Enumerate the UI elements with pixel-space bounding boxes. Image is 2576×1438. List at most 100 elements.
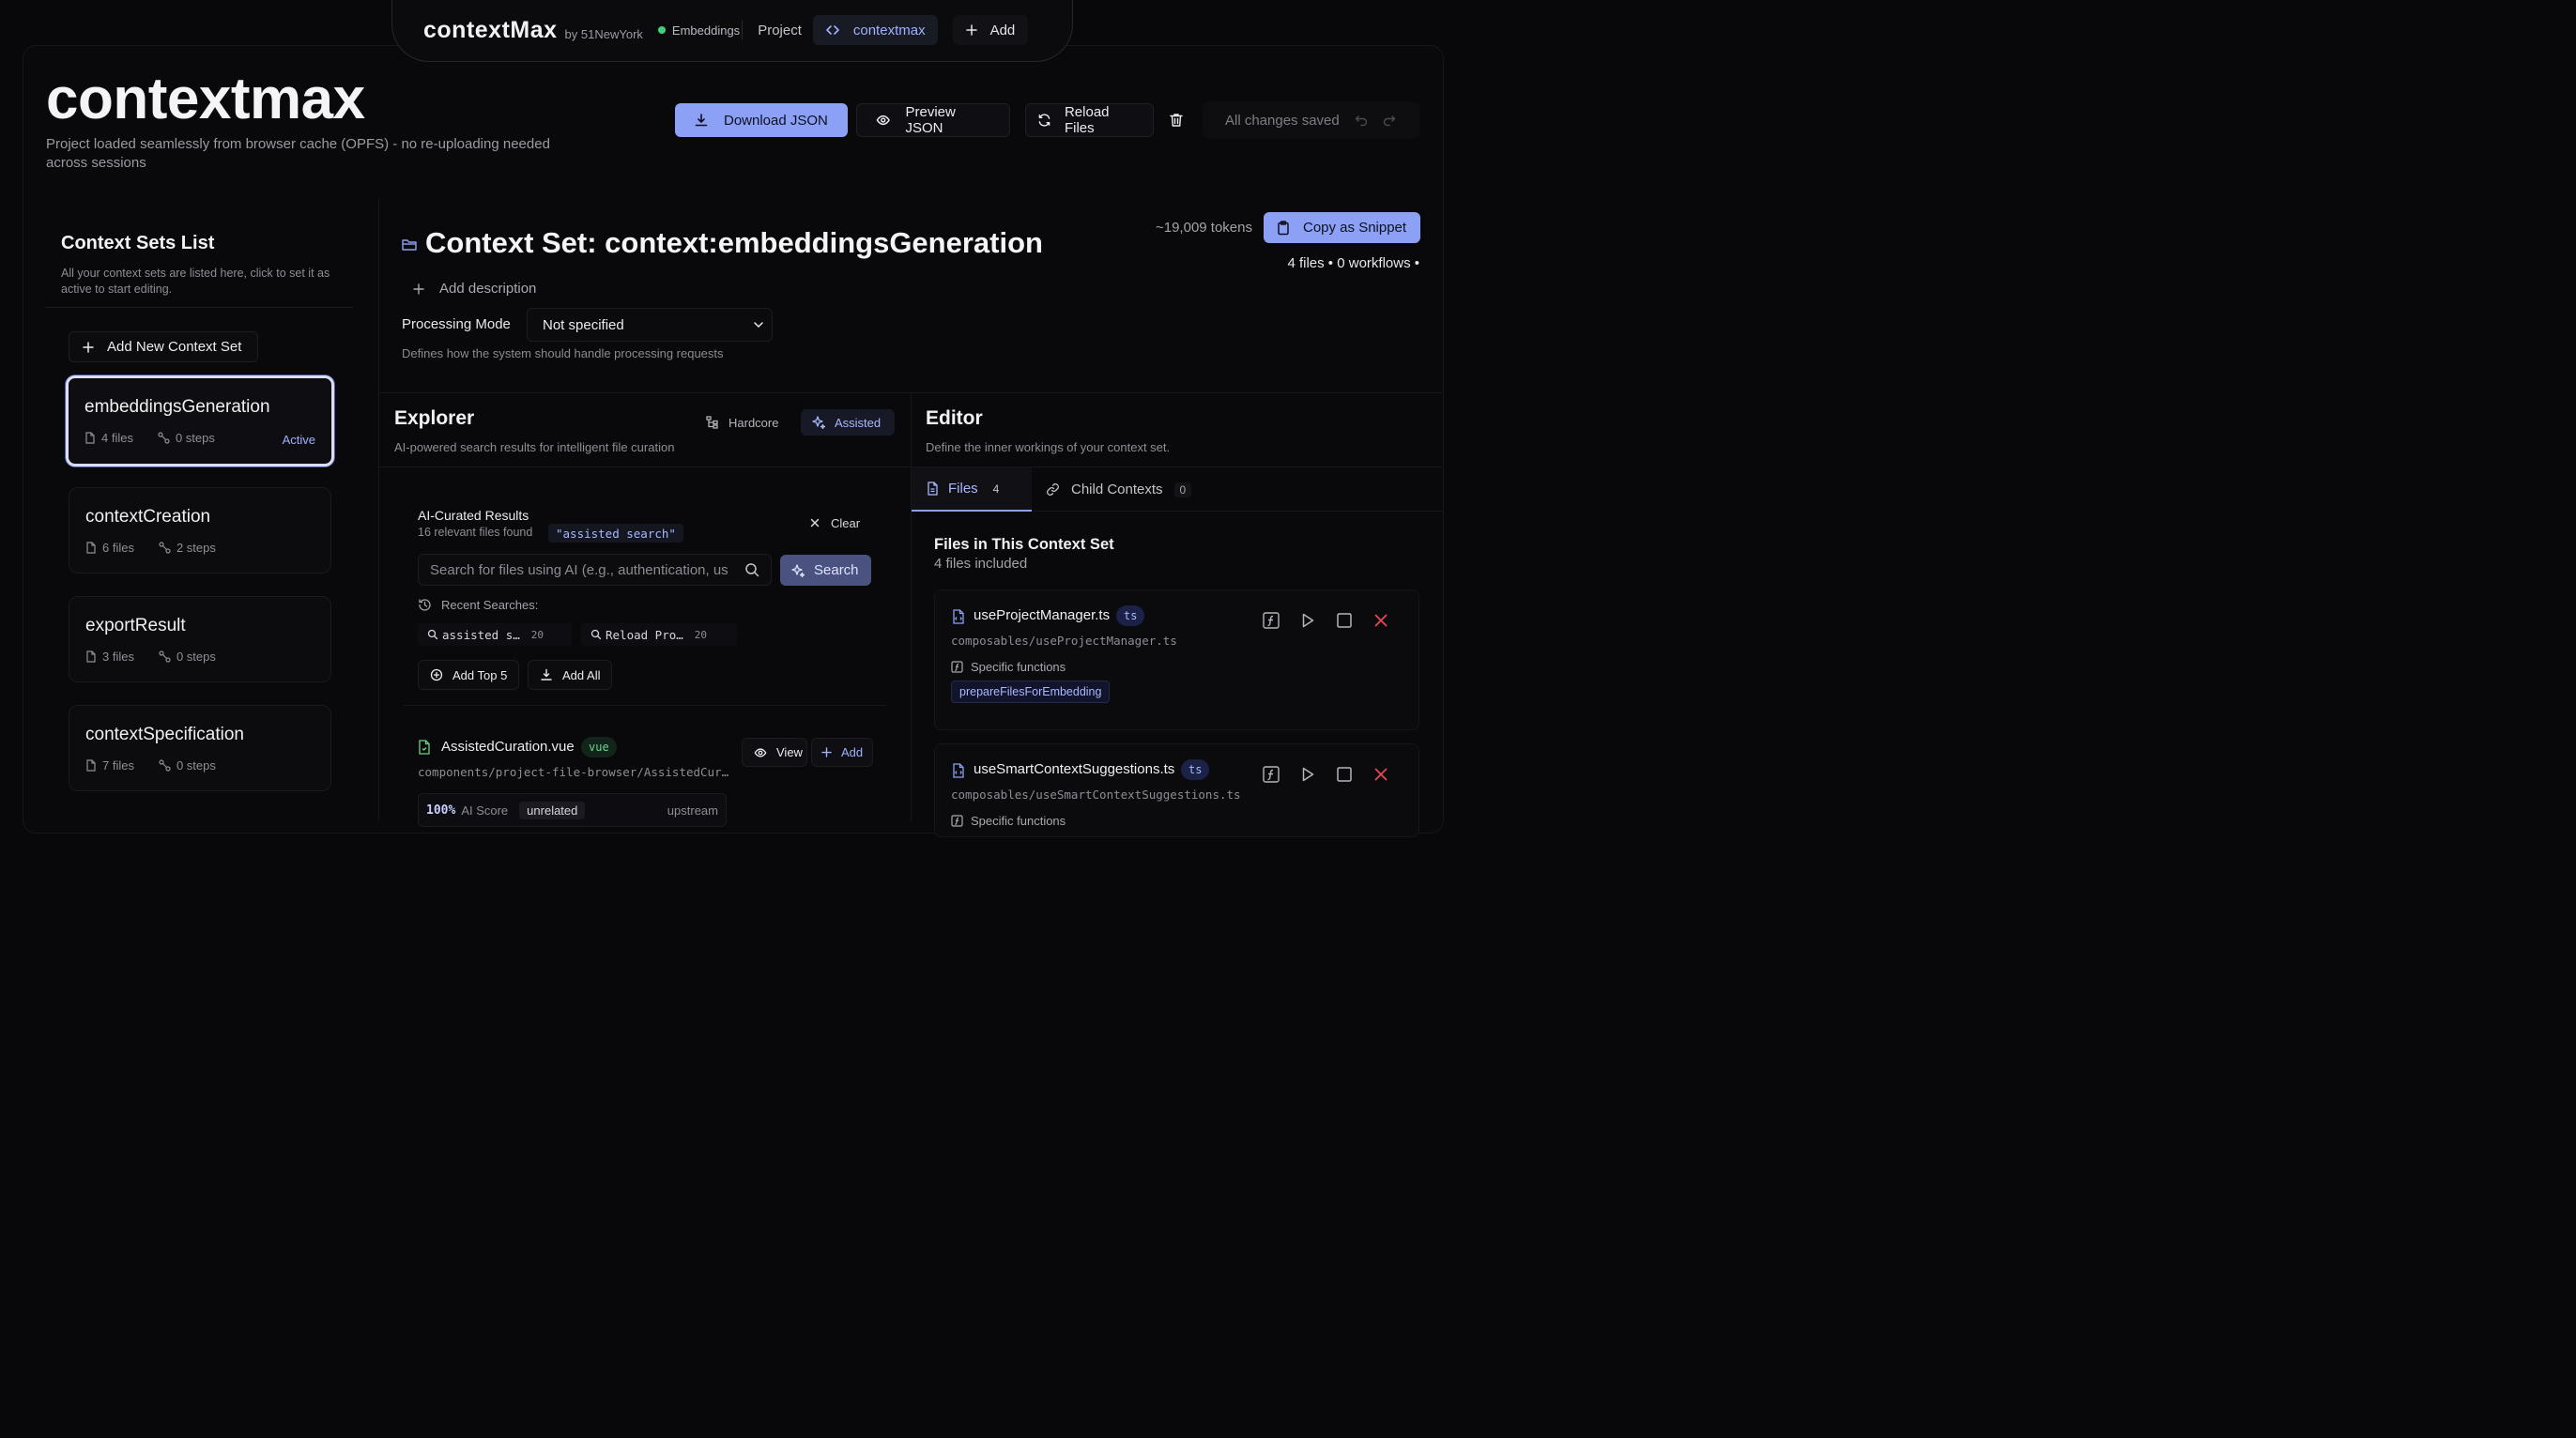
- delete-project-button[interactable]: [1164, 105, 1188, 135]
- remove-icon[interactable]: [1372, 611, 1390, 630]
- context-set-card-exportResult[interactable]: exportResult 3 files 0 steps: [69, 596, 331, 682]
- specific-functions-label: Specific functions: [971, 660, 1066, 674]
- processing-mode-select[interactable]: Not specified: [527, 308, 773, 342]
- context-set-steps: 2 steps: [176, 541, 216, 555]
- link-icon: [1047, 483, 1059, 496]
- token-count: ~19,009 tokens: [1155, 220, 1252, 236]
- context-set-name: contextCreation: [85, 507, 211, 527]
- download-json-button[interactable]: Download JSON: [675, 103, 848, 137]
- recent-searches-text: Recent Searches:: [441, 598, 539, 612]
- context-set-card-contextCreation[interactable]: contextCreation 6 files 2 steps: [69, 487, 331, 574]
- context-set-steps: 0 steps: [175, 431, 215, 445]
- plus-icon: [965, 24, 977, 36]
- search-icon: [590, 629, 602, 640]
- page-subtitle: Project loaded seamlessly from browser c…: [46, 136, 550, 171]
- files-in-set-subtitle: 4 files included: [934, 556, 1028, 572]
- play-icon[interactable]: [1298, 765, 1317, 784]
- context-set-card-contextSpecification[interactable]: contextSpecification 7 files 0 steps: [69, 705, 331, 791]
- add-top-5-label: Add Top 5: [452, 667, 508, 682]
- tab-child-label: Child Contexts: [1071, 482, 1163, 497]
- search-icon: [745, 563, 759, 577]
- redo-icon[interactable]: [1383, 114, 1396, 127]
- status-dot: [657, 26, 666, 34]
- function-chip[interactable]: prepareFilesForEmbedding: [951, 681, 1111, 703]
- ai-results-query-tag: "assisted search": [548, 524, 683, 543]
- add-file-button[interactable]: Add: [811, 738, 873, 767]
- recent-search-text: assisted s…: [442, 627, 520, 642]
- sparkle-icon: [812, 416, 825, 429]
- tab-child-contexts[interactable]: Child Contexts 0: [1033, 467, 1211, 512]
- context-set-summary: 4 files • 0 workflows •: [1287, 255, 1419, 271]
- trash-icon: [1170, 114, 1183, 127]
- context-file-path: composables/useProjectManager.ts: [951, 634, 1177, 648]
- play-icon[interactable]: [1298, 611, 1317, 630]
- recent-search-chip[interactable]: assisted s… 20: [418, 623, 572, 646]
- hardcore-mode-button[interactable]: Hardcore: [698, 409, 786, 436]
- editor-title: Editor: [926, 407, 983, 429]
- context-file-card[interactable]: useProjectManager.ts ts composables/useP…: [934, 589, 1419, 730]
- clear-results-button[interactable]: Clear: [803, 512, 867, 534]
- file-icon: [928, 482, 938, 496]
- file-icon: [86, 759, 96, 772]
- nav-add-button[interactable]: Add: [952, 15, 1029, 45]
- sparkle-icon: [791, 563, 805, 577]
- results-divider: [404, 705, 887, 706]
- function-icon[interactable]: [1262, 765, 1280, 784]
- close-icon: [810, 518, 820, 528]
- undo-icon[interactable]: [1355, 114, 1368, 127]
- reload-files-label: Reload Files: [1064, 104, 1110, 136]
- active-badge: Active: [282, 433, 315, 447]
- add-top-5-button[interactable]: Add Top 5: [418, 660, 520, 690]
- recent-search-chip[interactable]: Reload Pro… 20: [581, 623, 737, 646]
- add-description-button[interactable]: Add description: [413, 281, 536, 297]
- context-set-card-embeddingsGeneration[interactable]: embeddingsGeneration 4 files 0 steps Act…: [66, 375, 334, 467]
- remove-icon[interactable]: [1372, 765, 1390, 784]
- tab-files[interactable]: Files 4: [912, 467, 1032, 512]
- view-file-button[interactable]: View: [742, 738, 807, 767]
- context-sets-description: All your context sets are listed here, c…: [61, 267, 330, 296]
- current-project-crumb[interactable]: contextmax: [812, 15, 938, 45]
- files-in-set-title: Files in This Context Set: [934, 536, 1114, 553]
- recent-search-text: Reload Pro…: [606, 627, 683, 642]
- ts-file-icon: [953, 763, 964, 778]
- square-icon[interactable]: [1335, 611, 1354, 630]
- copy-snippet-button[interactable]: Copy as Snippet: [1264, 212, 1420, 243]
- save-status: All changes saved: [1203, 101, 1419, 139]
- refresh-icon: [1038, 114, 1050, 127]
- preview-json-button[interactable]: Preview JSON: [856, 103, 1010, 137]
- ai-search-button[interactable]: Search: [780, 555, 871, 586]
- explorer-subtitle: AI-powered search results for intelligen…: [394, 440, 675, 454]
- add-description-label: Add description: [439, 281, 537, 297]
- workflow-icon: [159, 759, 171, 772]
- reload-files-button[interactable]: Reload Files: [1025, 103, 1154, 137]
- recent-searches-label: Recent Searches:: [418, 598, 538, 612]
- function-icon[interactable]: [1262, 611, 1280, 630]
- context-set-steps: 0 steps: [176, 758, 216, 773]
- nav-divider: [742, 21, 744, 39]
- add-all-button[interactable]: Add All: [528, 660, 613, 690]
- embeddings-status: Embeddings: [671, 23, 741, 38]
- code-icon: [826, 25, 839, 35]
- ai-score-label: AI Score: [461, 803, 509, 818]
- page-title: contextmax: [46, 67, 365, 131]
- square-icon[interactable]: [1335, 765, 1354, 784]
- context-file-card[interactable]: useSmartContextSuggestions.ts ts composa…: [934, 743, 1419, 837]
- context-file-name: useProjectManager.ts: [974, 607, 1111, 623]
- download-json-label: Download JSON: [724, 112, 828, 129]
- history-icon: [419, 599, 431, 611]
- result-file-name[interactable]: AssistedCuration.vue: [441, 739, 575, 755]
- context-set-name: contextSpecification: [85, 725, 244, 744]
- tab-files-label: Files: [948, 481, 978, 497]
- context-set-title: Context Set: context:embeddingsGeneratio…: [425, 226, 1043, 259]
- file-type-badge: ts: [1116, 605, 1145, 626]
- nav-project-link[interactable]: Project: [758, 23, 802, 38]
- relation-badge: unrelated: [519, 801, 586, 819]
- add-context-set-button[interactable]: Add New Context Set: [69, 331, 258, 362]
- ai-search-input[interactable]: Search for files using AI (e.g., authent…: [418, 554, 772, 586]
- assisted-mode-button[interactable]: Assisted: [801, 409, 895, 436]
- function-icon: [951, 661, 963, 673]
- ai-search-placeholder: Search for files using AI (e.g., authent…: [430, 561, 728, 578]
- brand-name[interactable]: contextMax: [423, 17, 558, 44]
- context-set-files: 6 files: [102, 541, 134, 555]
- add-file-label: Add: [841, 745, 864, 759]
